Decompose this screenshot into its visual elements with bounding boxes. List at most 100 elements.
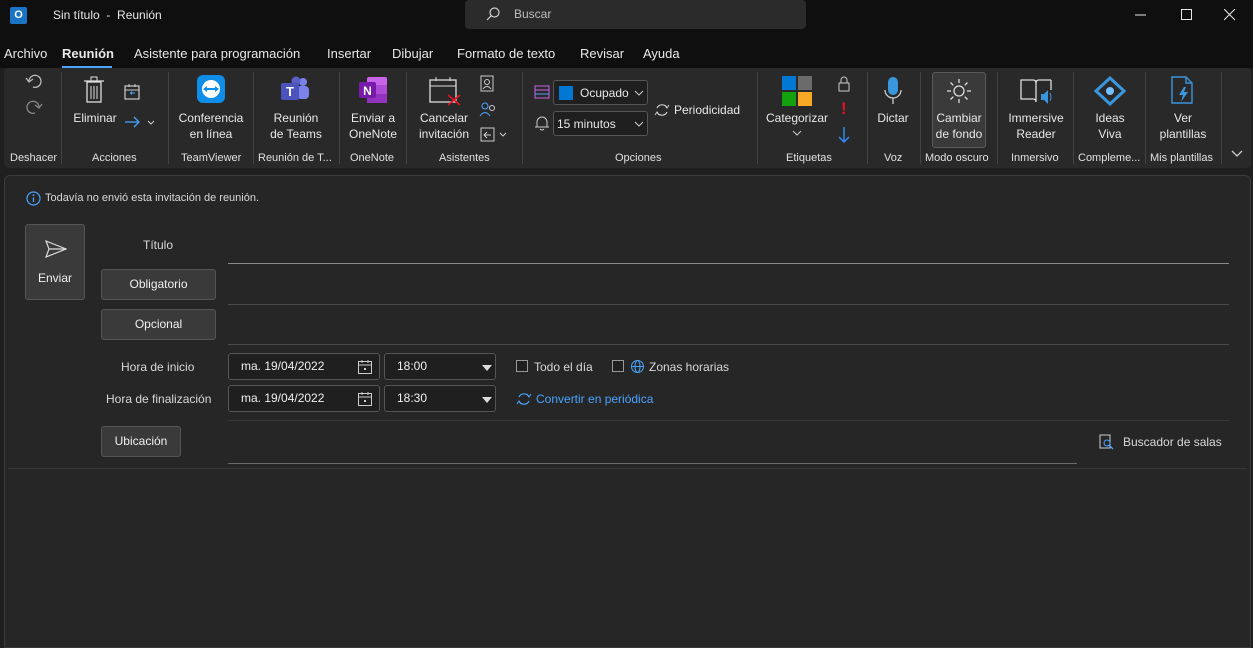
busy-color-swatch (559, 86, 573, 100)
separator (406, 72, 407, 164)
end-date-picker[interactable]: ma. 19/04/2022 (228, 385, 380, 412)
address-book-icon[interactable] (479, 75, 495, 92)
redo-icon[interactable] (25, 100, 43, 116)
undo-icon[interactable] (25, 74, 43, 90)
onenote-icon: N (359, 76, 389, 104)
high-importance-icon[interactable]: ! (841, 99, 847, 119)
send-button[interactable]: Enviar (25, 224, 85, 300)
reminder-dropdown[interactable]: 15 minutos (553, 111, 648, 136)
ribbon-expand-chevron-icon[interactable] (1231, 150, 1243, 158)
calendar-icon (358, 392, 372, 406)
required-attendees-input[interactable] (228, 270, 1229, 304)
info-icon (26, 191, 41, 206)
search-icon (486, 7, 500, 21)
separator (867, 72, 868, 164)
tab-ayuda[interactable]: Ayuda (643, 46, 680, 61)
all-day-checkbox[interactable] (516, 360, 528, 372)
templates-icon (1171, 76, 1193, 104)
viva-insights-icon (1094, 76, 1126, 106)
search-box[interactable]: Buscar (465, 0, 806, 29)
categorize-button[interactable]: Categorizar (763, 110, 831, 126)
close-window-button[interactable] (1207, 0, 1253, 30)
message-body[interactable] (8, 470, 1247, 646)
room-finder-button[interactable]: Buscador de salas (1123, 435, 1222, 449)
chevron-down-icon (634, 90, 644, 96)
maximize-button[interactable] (1164, 0, 1210, 30)
group-label-immersive: Inmersivo (1011, 152, 1059, 164)
location-button[interactable]: Ubicación (101, 426, 181, 457)
send-label: Enviar (37, 271, 72, 285)
all-day-label: Todo el día (534, 360, 593, 374)
check-names-icon[interactable] (479, 101, 497, 118)
send-to-onenote-button[interactable]: Enviar a OneNote (344, 110, 402, 142)
send-icon (45, 240, 67, 258)
forward-arrow-icon[interactable] (123, 114, 157, 130)
group-label-options: Opciones (615, 152, 662, 164)
show-as-dropdown[interactable]: Ocupado (553, 80, 648, 105)
delete-trash-icon (84, 76, 104, 103)
make-recurring-link[interactable]: Convertir en periódica (536, 392, 653, 406)
group-label-dark-mode: Modo oscuro (925, 152, 989, 164)
minimize-button[interactable] (1118, 0, 1164, 30)
optional-attendees-input[interactable] (228, 310, 1229, 344)
online-meeting-button[interactable]: Conferencia en línea (174, 110, 248, 142)
calendar-icon[interactable] (123, 83, 141, 101)
sun-icon (947, 79, 971, 103)
body-divider (8, 468, 1247, 469)
group-label-teams: Reunión de T... (258, 152, 332, 164)
immersive-reader-button[interactable]: Immersive Reader (1003, 110, 1069, 142)
calendar-icon (358, 360, 372, 374)
view-templates-button[interactable]: Ver plantillas (1151, 110, 1215, 142)
response-options-icon[interactable] (479, 126, 511, 143)
tab-archivo[interactable]: Archivo (4, 46, 47, 61)
delete-button[interactable]: Eliminar (70, 110, 120, 126)
tab-asistente-programacion[interactable]: Asistente para programación (134, 46, 300, 61)
cancel-invitation-icon (429, 77, 461, 106)
location-underline (228, 463, 1077, 464)
separator (1221, 72, 1222, 164)
title-bar: O Sin título - Reunión Buscar (0, 0, 1253, 32)
start-date-picker[interactable]: ma. 19/04/2022 (228, 353, 380, 380)
required-attendees-button[interactable]: Obligatorio (101, 269, 216, 300)
tab-formato-texto[interactable]: Formato de texto (457, 46, 555, 61)
teamviewer-icon (197, 75, 225, 103)
tab-revisar[interactable]: Revisar (580, 46, 624, 61)
separator (757, 72, 758, 164)
location-input[interactable] (228, 428, 1077, 463)
dropdown-arrow-icon (482, 365, 492, 371)
separator (253, 72, 254, 164)
tab-insertar[interactable]: Insertar (327, 46, 371, 61)
viva-insights-button[interactable]: Ideas Viva (1082, 110, 1138, 142)
private-lock-icon[interactable] (837, 76, 851, 92)
separator (61, 72, 62, 164)
time-zones-label: Zonas horarias (649, 360, 730, 374)
cancel-invitation-button[interactable]: Cancelar invitación (414, 110, 474, 142)
recurrence-button[interactable]: Periodicidad (674, 103, 740, 117)
search-placeholder: Buscar (514, 7, 552, 21)
tab-reunion[interactable]: Reunión (62, 46, 114, 61)
group-label-undo: Deshacer (10, 152, 58, 164)
categorize-icon (782, 76, 812, 106)
optional-attendees-button[interactable]: Opcional (101, 309, 216, 340)
tab-dibujar[interactable]: Dibujar (392, 46, 433, 61)
teams-meeting-button[interactable]: Reunión de Teams (262, 110, 330, 142)
dictate-button[interactable]: Dictar (872, 110, 914, 126)
end-time-dropdown[interactable]: 18:30 (384, 385, 496, 412)
low-importance-icon[interactable] (838, 126, 850, 144)
outlook-app-icon: O (10, 7, 27, 24)
group-label-teamviewer: TeamViewer (181, 152, 242, 164)
close-icon (1224, 9, 1236, 21)
group-label-onenote: OneNote (350, 152, 395, 164)
svg-text:T: T (286, 84, 294, 99)
separator (1073, 72, 1074, 164)
start-time-dropdown[interactable]: 18:00 (384, 353, 496, 380)
start-time-value: 18:00 (397, 359, 428, 373)
time-zones-checkbox[interactable] (612, 360, 624, 372)
info-message: Todavía no envió esta invitación de reun… (45, 192, 260, 204)
title-input[interactable] (228, 230, 1229, 263)
dictate-microphone-icon (884, 77, 902, 104)
minimize-icon (1135, 14, 1146, 16)
chevron-down-icon (634, 121, 644, 127)
group-label-voice: Voz (884, 152, 903, 164)
end-time-label: Hora de finalización (106, 392, 212, 406)
